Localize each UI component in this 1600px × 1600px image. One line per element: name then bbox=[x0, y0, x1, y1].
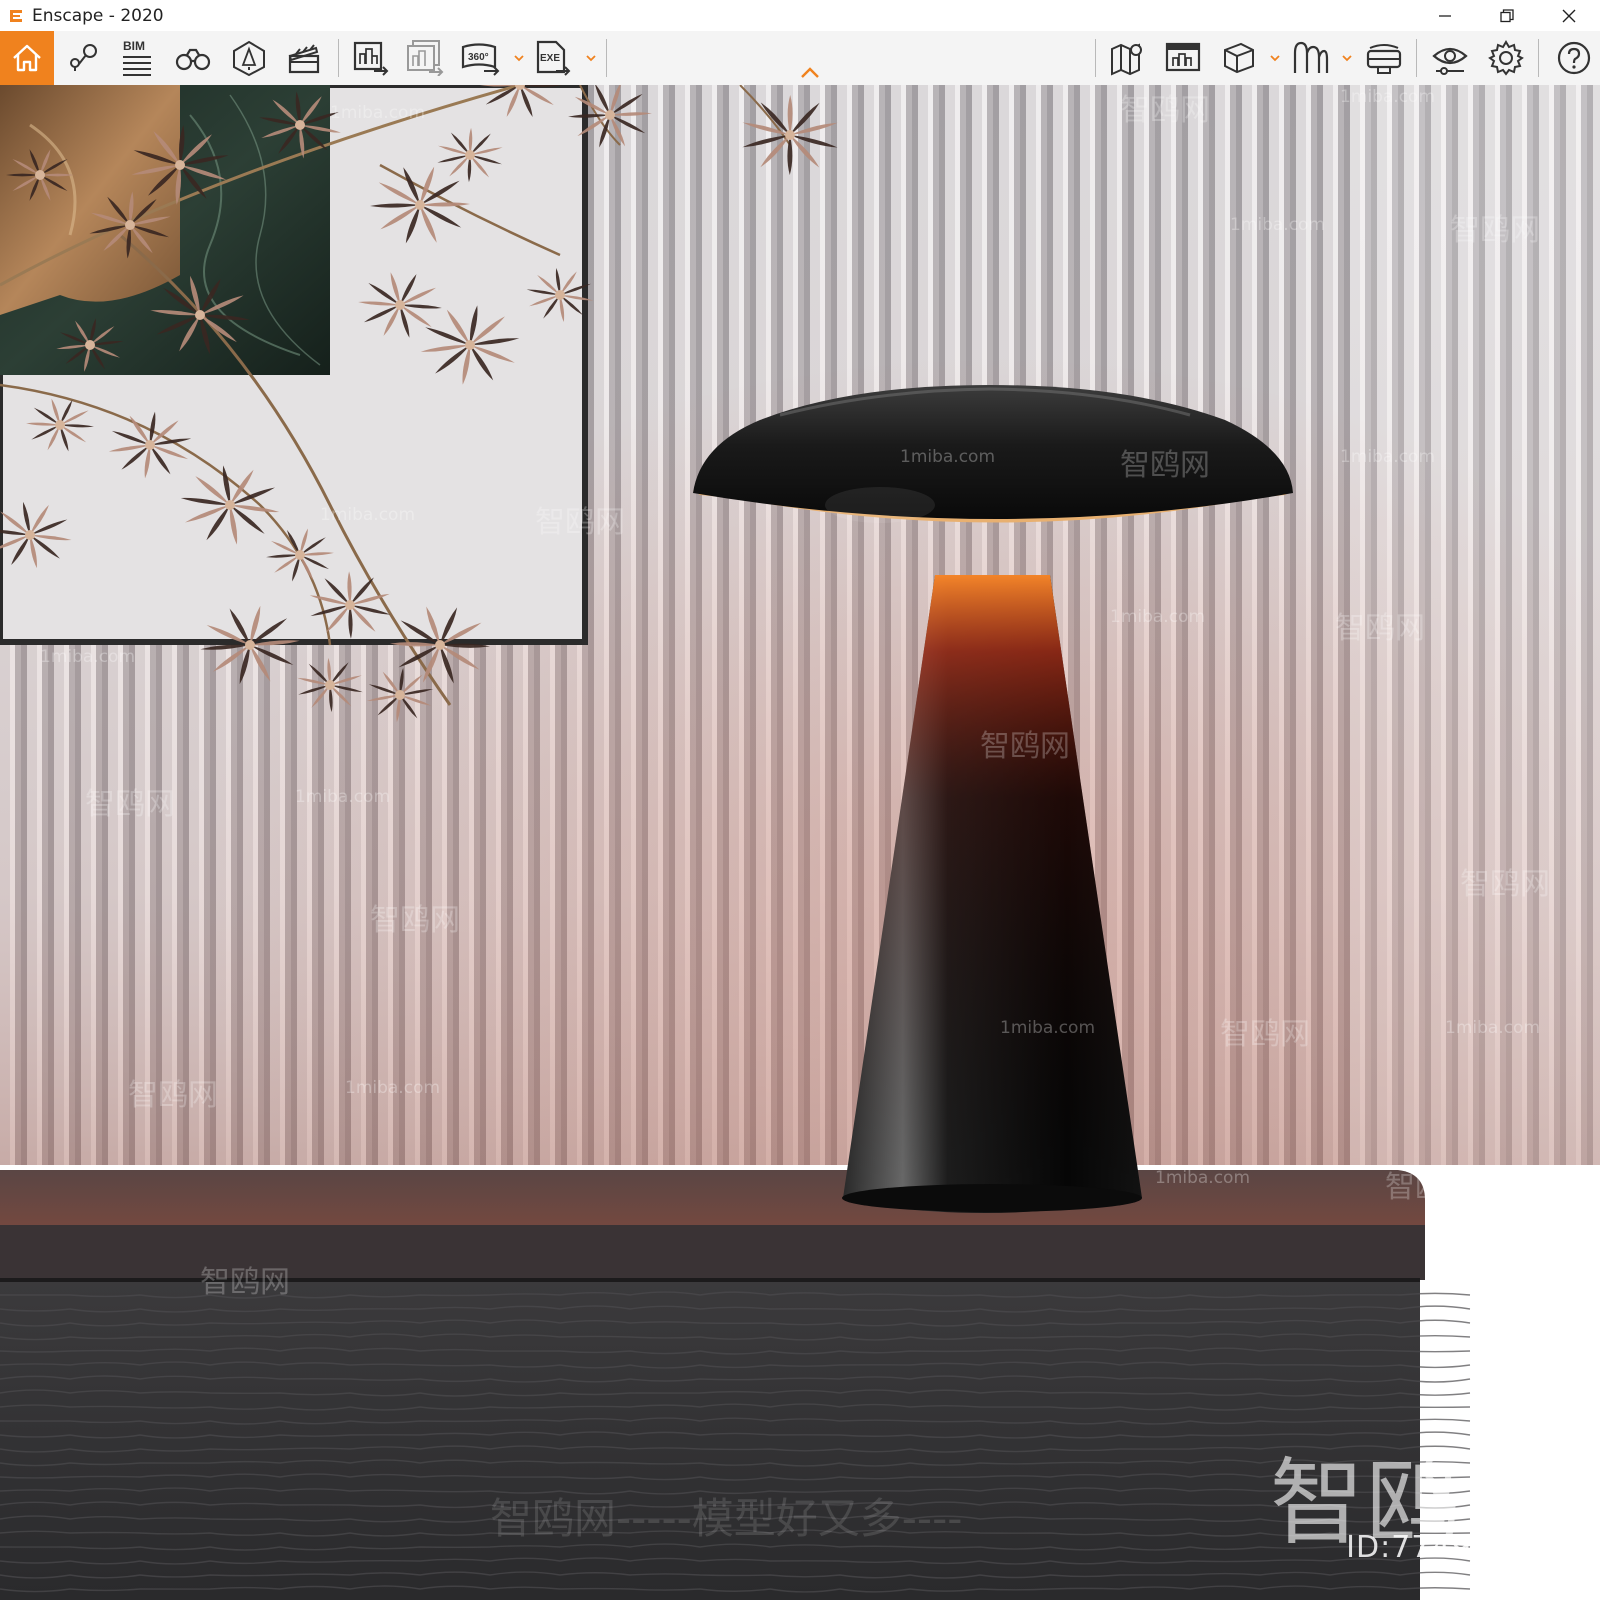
cube-button[interactable] bbox=[1217, 31, 1261, 85]
title-bar: Enscape - 2020 bbox=[0, 0, 1600, 31]
render-scene bbox=[0, 85, 1600, 1600]
framed-artwork bbox=[0, 85, 588, 645]
svg-text:EXE: EXE bbox=[540, 53, 560, 64]
close-button[interactable] bbox=[1538, 0, 1600, 31]
render-image-button[interactable] bbox=[349, 31, 393, 85]
watermark-site-text: 1miba.com bbox=[1155, 1168, 1251, 1188]
help-icon bbox=[1557, 41, 1591, 75]
binoculars-icon bbox=[175, 48, 211, 71]
enscape-logo-icon bbox=[5, 5, 27, 27]
window-controls bbox=[1414, 0, 1600, 31]
screenshots-button[interactable] bbox=[1161, 31, 1205, 85]
cube-dropdown[interactable] bbox=[1268, 31, 1282, 85]
watermark-site-text: 1miba.com bbox=[1110, 607, 1206, 627]
cube-icon bbox=[1224, 42, 1254, 74]
bim-button[interactable]: BIM bbox=[115, 31, 159, 85]
export-exe-button[interactable]: EXE bbox=[531, 31, 575, 85]
svg-text:360°: 360° bbox=[468, 52, 489, 63]
watermark-cn-text: 智鸥网 bbox=[1385, 1170, 1475, 1205]
watermark-cn-text: 智鸥网 bbox=[1335, 611, 1425, 646]
watermark-site-text: 1miba.com bbox=[900, 447, 996, 467]
visual-settings-button[interactable] bbox=[1428, 31, 1472, 85]
video-editor-button[interactable] bbox=[282, 31, 326, 85]
watermark-cn-text: 智鸥网 bbox=[85, 787, 175, 822]
export-dropdown[interactable] bbox=[584, 31, 598, 85]
watermark-cn-text: 智鸥网 bbox=[980, 729, 1070, 764]
chevron-down-icon bbox=[514, 55, 524, 62]
watermark-cn-text: 智鸥网 bbox=[200, 1265, 290, 1300]
watermark-site-text: 1miba.com bbox=[1340, 447, 1436, 467]
vr-button[interactable] bbox=[1288, 31, 1332, 85]
bim-list-icon: BIM bbox=[123, 39, 151, 76]
watermark-cn-text: 智鸥网 bbox=[1120, 93, 1210, 128]
asset-library-button[interactable] bbox=[171, 31, 215, 85]
screenshot-gallery-icon bbox=[1165, 42, 1201, 72]
chevron-down-icon bbox=[1270, 55, 1280, 62]
chevron-down-icon bbox=[1342, 55, 1352, 62]
toolbar-separator bbox=[1095, 39, 1096, 77]
collapse-toolbar-button[interactable] bbox=[796, 64, 824, 82]
batch-render-button[interactable] bbox=[403, 31, 447, 85]
eye-settings-icon bbox=[1432, 47, 1468, 75]
watermark-site-text: 1miba.com bbox=[295, 787, 391, 807]
gear-icon bbox=[1488, 40, 1524, 76]
watermark-cn-text: 智鸥网 bbox=[1220, 1017, 1310, 1052]
panorama-button[interactable]: 360° bbox=[459, 31, 503, 85]
watermark-cn-text: 智鸥网 bbox=[128, 1078, 218, 1113]
watermark-id: ID:774970174 bbox=[1346, 1530, 1572, 1565]
watermark-site-text: 1miba.com bbox=[40, 647, 136, 667]
watermark-cn-text: 智鸥网 bbox=[370, 903, 460, 938]
map-icon bbox=[1111, 43, 1142, 76]
home-icon bbox=[13, 44, 41, 72]
vr-headset-button[interactable] bbox=[1362, 31, 1406, 85]
map-button[interactable] bbox=[1106, 31, 1150, 85]
clapperboard-icon bbox=[288, 44, 320, 74]
watermark-site-text: 1miba.com bbox=[1445, 1018, 1541, 1038]
batch-render-icon bbox=[407, 40, 444, 76]
svg-text:BIM: BIM bbox=[123, 39, 145, 53]
watermark-cn-text: 智鸥网 bbox=[1120, 448, 1210, 483]
watermark-site-text: 1miba.com bbox=[1340, 87, 1436, 107]
watermark-cn-text: 智鸥网 bbox=[1450, 213, 1540, 248]
watermark-slogan: 智鸥网-----模型好又多---- bbox=[490, 1494, 963, 1543]
toolbar-separator bbox=[1416, 39, 1417, 77]
home-button[interactable] bbox=[0, 31, 54, 85]
render-image-icon bbox=[353, 41, 389, 76]
watermark-site-text: 1miba.com bbox=[345, 1078, 441, 1098]
watermark-site-text: 1miba.com bbox=[1230, 215, 1326, 235]
panorama-icon: 360° bbox=[461, 43, 500, 76]
watermark-cn-text: 智鸥网 bbox=[535, 505, 625, 540]
location-pins-icon bbox=[70, 44, 97, 71]
views-button[interactable] bbox=[62, 31, 106, 85]
help-button[interactable] bbox=[1552, 31, 1596, 85]
watermark-site-text: 1miba.com bbox=[320, 505, 416, 525]
toolbar-separator bbox=[338, 39, 339, 77]
window-title: Enscape - 2020 bbox=[32, 5, 164, 26]
light-view-icon bbox=[233, 40, 265, 77]
vr-headset-icon bbox=[1366, 44, 1402, 74]
enscape-window: Enscape - 2020 BIM 360° EXE 1miba.com 1m… bbox=[0, 0, 1600, 1600]
panorama-dropdown[interactable] bbox=[512, 31, 526, 85]
chevron-down-icon bbox=[586, 55, 596, 62]
watermark-site-text: 1miba.com bbox=[330, 103, 426, 123]
toolbar-separator bbox=[1538, 39, 1539, 77]
vr-dropdown[interactable] bbox=[1340, 31, 1354, 85]
light-view-button[interactable] bbox=[227, 31, 271, 85]
watermark-cn-text: 智鸥网 bbox=[1460, 867, 1550, 902]
watermark-site-text: 1miba.com bbox=[1000, 1018, 1096, 1038]
vr-icon bbox=[1293, 41, 1329, 73]
toolbar-separator bbox=[606, 39, 607, 77]
render-viewport[interactable]: 1miba.com 1miba.com 1miba.com 1miba.com … bbox=[0, 85, 1600, 1600]
restore-button[interactable] bbox=[1476, 0, 1538, 31]
minimize-button[interactable] bbox=[1414, 0, 1476, 31]
chevron-up-icon bbox=[801, 67, 819, 78]
export-exe-icon: EXE bbox=[536, 40, 571, 76]
general-settings-button[interactable] bbox=[1484, 31, 1528, 85]
